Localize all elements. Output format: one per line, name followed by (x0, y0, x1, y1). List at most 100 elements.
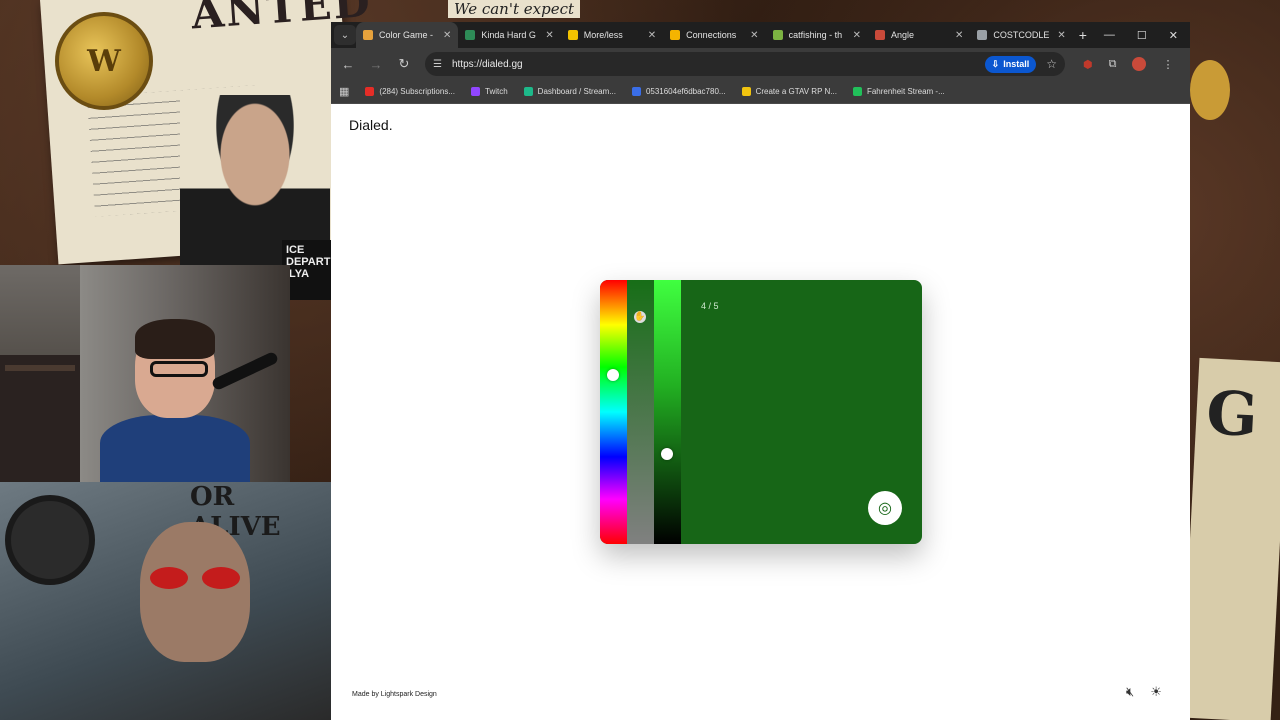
tab-favicon-icon (670, 30, 681, 40)
bookmark-favicon-icon (631, 87, 641, 96)
footer-credit[interactable]: Made by Lightspark Design (352, 691, 437, 698)
lightness-slider[interactable] (654, 280, 681, 544)
footer-controls: 🔇︎ ☀ (1126, 684, 1162, 700)
tab-favicon-icon (874, 30, 885, 40)
tab-title: Connections (686, 30, 737, 40)
bookmark-item[interactable]: Dashboard / Stream... (523, 87, 616, 96)
ublock-icon[interactable]: ⬢ (1083, 58, 1093, 71)
reload-icon[interactable]: ↻ (397, 56, 411, 72)
browser-tab[interactable]: catfishing - th ✕ (766, 22, 868, 48)
install-app-button[interactable]: ⇩ Install (984, 55, 1037, 73)
browser-tab[interactable]: Kinda Hard G ✕ (458, 22, 560, 48)
webcam-glasses (150, 361, 208, 377)
tab-strip: ⌄ Color Game - ✕ Kinda Hard G ✕ More/less ✕ Co… (331, 22, 1190, 48)
hue-slider[interactable] (600, 280, 627, 544)
tab-favicon-icon (567, 30, 578, 40)
bookmark-label: Dashboard / Stream... (537, 87, 616, 96)
browser-tab[interactable]: Color Game - ✕ (356, 22, 459, 48)
new-tab-button[interactable]: + (1079, 27, 1087, 43)
bookmark-favicon-icon (471, 87, 480, 96)
browser-tab[interactable]: Angle ✕ (868, 22, 970, 48)
tab-title: catfishing - th (788, 30, 843, 40)
film-reel-icon (5, 495, 95, 585)
bookmark-label: Twitch (485, 87, 508, 96)
page-content: Dialed. ✋ 4 / 5 ◎ Made by Lightspark Des… (331, 104, 1190, 720)
close-tab-icon[interactable]: ✕ (1057, 30, 1065, 41)
tab-search-button[interactable]: ⌄ (334, 25, 356, 45)
url-text[interactable]: https://dialed.gg (452, 59, 975, 70)
browser-tab[interactable]: More/less ✕ (561, 22, 663, 48)
coin-letter: W (87, 43, 121, 79)
bookmark-item[interactable]: Create a GTAV RP N... (741, 87, 837, 96)
theme-toggle-sun-icon[interactable]: ☀ (1150, 684, 1162, 700)
close-tab-icon[interactable]: ✕ (443, 30, 451, 41)
forward-arrow-icon[interactable]: → (369, 57, 383, 72)
tab-title: COSTCODLE (993, 30, 1050, 40)
window-controls: — ☐ ✕ (1104, 29, 1190, 42)
mute-sound-icon[interactable]: 🔇︎ (1126, 684, 1134, 700)
round-progress: 4 / 5 (701, 301, 719, 311)
tab-title: Kinda Hard G (481, 30, 536, 40)
bookmark-favicon-icon (741, 87, 751, 96)
bookmark-label: 0531604ef6dbac780... (645, 87, 726, 96)
target-icon: ◎ (878, 500, 892, 517)
bookmark-item[interactable]: 0531604ef6dbac780... (631, 87, 726, 96)
bookmarks-bar: ▦ (284) Subscriptions... Twitch Dashboard … (331, 80, 1190, 104)
back-arrow-icon[interactable]: ← (341, 57, 355, 72)
close-window-button[interactable]: ✕ (1169, 29, 1178, 42)
color-game-card: ✋ 4 / 5 ◎ (600, 280, 922, 544)
bookmark-list: (284) Subscriptions... Twitch Dashboard / … (365, 87, 945, 96)
tab-title: Angle (890, 30, 914, 40)
bookmark-item[interactable]: Twitch (471, 87, 508, 96)
tab-title: Color Game - (379, 30, 434, 40)
site-logo[interactable]: Dialed. (349, 117, 393, 133)
close-tab-icon[interactable]: ✕ (545, 30, 553, 41)
bookmark-label: Create a GTAV RP N... (755, 87, 837, 96)
bookmark-favicon-icon (523, 87, 533, 96)
close-tab-icon[interactable]: ✕ (648, 30, 656, 41)
close-tab-icon[interactable]: ✕ (750, 30, 758, 41)
submit-guess-button[interactable]: ◎ (868, 491, 902, 525)
tab-favicon-icon (465, 30, 476, 40)
webcam-person-shirt (100, 415, 250, 482)
bookmark-favicon-icon (365, 87, 375, 96)
bookmark-star-icon[interactable]: ☆ (1046, 57, 1057, 71)
tab-title: More/less (583, 30, 623, 40)
webcam-feed (0, 265, 290, 482)
bookmark-item[interactable]: (284) Subscriptions... (365, 87, 455, 96)
install-label: Install (1003, 59, 1030, 69)
maximize-button[interactable]: ☐ (1137, 29, 1147, 42)
browser-menu-icon[interactable]: ⋮ (1162, 58, 1173, 71)
character-portrait-bottom (140, 522, 250, 662)
install-icon: ⇩ (991, 58, 1000, 69)
grab-hand-icon[interactable]: ✋ (634, 310, 646, 323)
browser-toolbar: ← → ↻ ☰ https://dialed.gg ⇩ Install ☆ ⬢ … (331, 48, 1190, 80)
address-bar[interactable]: ☰ https://dialed.gg ⇩ Install ☆ (425, 52, 1065, 76)
bookmark-favicon-icon (852, 87, 862, 96)
webcam-person-hair (135, 319, 215, 359)
bookmark-item[interactable]: Fahrenheit Stream -... (852, 87, 945, 96)
apps-grid-icon[interactable]: ▦ (339, 85, 349, 98)
site-info-icon[interactable]: ☰ (433, 59, 442, 70)
minimize-button[interactable]: — (1104, 29, 1115, 42)
close-tab-icon[interactable]: ✕ (853, 30, 861, 41)
close-tab-icon[interactable]: ✕ (955, 30, 963, 41)
right-poster-letter: G (1204, 378, 1260, 451)
tab-favicon-icon (772, 30, 783, 40)
browser-tab[interactable]: COSTCODLE ✕ (970, 22, 1072, 48)
poster-note: We can't expect (448, 0, 581, 18)
character-red-eyes (150, 567, 240, 589)
extensions-area: ⬢ ⧉ ⋮ (1083, 57, 1173, 71)
gold-coin-logo: W (55, 12, 153, 110)
right-coin-decoration (1190, 60, 1230, 120)
profile-avatar[interactable] (1132, 57, 1147, 71)
tab-favicon-icon (363, 30, 373, 40)
extensions-puzzle-icon[interactable]: ⧉ (1109, 58, 1117, 71)
browser-window: ⌄ Color Game - ✕ Kinda Hard G ✕ More/less ✕ Co… (331, 22, 1190, 720)
tab-favicon-icon (977, 30, 988, 40)
hue-slider-handle[interactable] (607, 369, 619, 382)
bookmark-label: (284) Subscriptions... (379, 87, 455, 96)
browser-tab[interactable]: Connections ✕ (663, 22, 765, 48)
tab-list: Color Game - ✕ Kinda Hard G ✕ More/less ✕ Conn… (356, 22, 1073, 48)
webcam-shelf (0, 355, 80, 482)
